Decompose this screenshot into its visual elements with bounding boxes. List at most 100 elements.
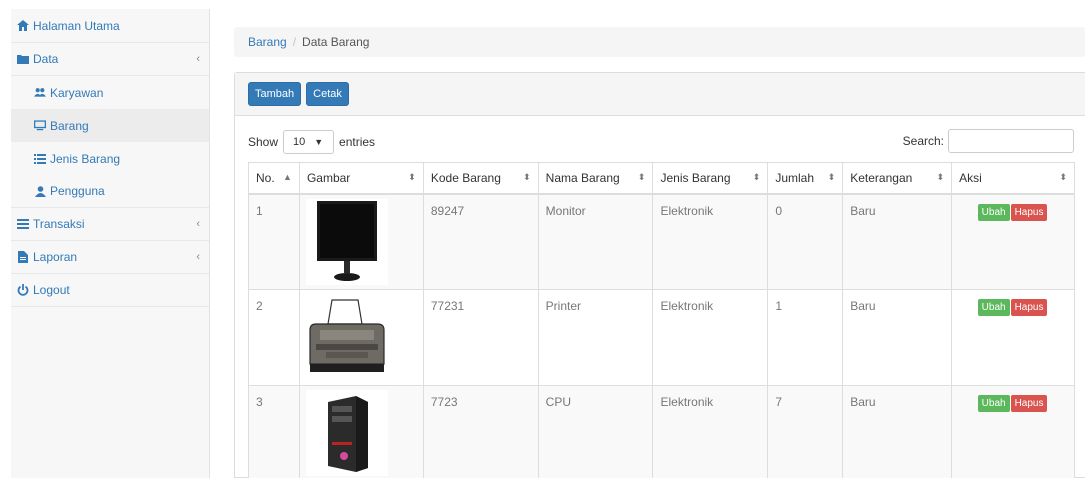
sort-asc-icon: ▲ <box>283 172 292 182</box>
nav-data[interactable]: Data ‹ <box>11 43 209 76</box>
cell-jenis: Elektronik <box>652 193 769 290</box>
folder-icon <box>17 53 29 65</box>
sort-icon: ⬍ <box>523 172 531 182</box>
table-header-row: No. ▲ Gambar ⬍ Kode Barang ⬍ Nama Barang ⬍ J… <box>248 162 1075 195</box>
nav-barang[interactable]: Barang <box>11 109 209 142</box>
edit-button[interactable]: Ubah <box>977 299 1010 316</box>
cell-jumlah: 7 <box>767 385 844 478</box>
cell-gambar <box>298 289 424 386</box>
chevron-left-icon: ‹ <box>196 53 200 65</box>
panel-toolbar: Tambah Cetak <box>235 73 1085 116</box>
menu-icon <box>17 218 29 230</box>
col-keterangan[interactable]: Keterangan ⬍ <box>842 162 953 195</box>
sidebar: Halaman Utama Data ‹ Karyawan Barang Jen… <box>11 9 210 478</box>
cell-kode: 7723 <box>422 385 539 478</box>
cell-gambar <box>298 193 424 290</box>
search-wrap: Search: <box>903 129 1074 153</box>
col-jumlah[interactable]: Jumlah ⬍ <box>767 162 844 195</box>
delete-button[interactable]: Hapus <box>1010 203 1048 221</box>
monitor-image <box>305 198 388 285</box>
nav-transaksi[interactable]: Transaksi ‹ <box>11 208 209 241</box>
col-kode-barang[interactable]: Kode Barang ⬍ <box>422 162 539 195</box>
breadcrumb-current: Data Barang <box>302 35 370 49</box>
delete-button[interactable]: Hapus <box>1010 395 1048 412</box>
entries-value: 10 <box>293 136 306 148</box>
nav-jenis-barang[interactable]: Jenis Barang <box>11 142 209 175</box>
table-controls: Show 10 ▼ entries Search: <box>248 129 1085 155</box>
cell-gambar <box>298 385 424 478</box>
items-table: No. ▲ Gambar ⬍ Kode Barang ⬍ Nama Barang ⬍ J… <box>248 162 1075 478</box>
breadcrumb-parent-link[interactable]: Barang <box>248 35 287 49</box>
nav-laporan[interactable]: Laporan ‹ <box>11 241 209 274</box>
print-button[interactable]: Cetak <box>306 82 349 106</box>
cell-jumlah: 0 <box>767 193 844 290</box>
cell-kode: 89247 <box>422 193 539 290</box>
nav-transaksi-label: Transaksi <box>33 217 85 231</box>
table-row: 2 77231 Printer Elektronik 1 Baru Ubah H… <box>248 289 1075 386</box>
nav-jenis-barang-label: Jenis Barang <box>50 151 121 166</box>
cell-keterangan: Baru <box>842 289 953 386</box>
user-icon <box>34 185 46 197</box>
entries-label: entries <box>339 135 376 149</box>
nav-home[interactable]: Halaman Utama <box>11 9 209 43</box>
cell-jumlah: 1 <box>767 289 844 386</box>
list-icon <box>34 153 46 165</box>
printer-image <box>305 294 388 380</box>
sort-icon: ⬍ <box>637 172 646 182</box>
cpu-image <box>305 390 388 476</box>
entries-select[interactable]: 10 ▼ <box>283 130 335 154</box>
nav-logout[interactable]: Logout <box>11 274 209 307</box>
edit-button[interactable]: Ubah <box>977 203 1010 221</box>
nav-data-label: Data <box>33 52 59 66</box>
sort-icon: ⬍ <box>1059 172 1067 182</box>
desktop-icon <box>34 120 46 132</box>
sort-icon: ⬍ <box>408 172 416 182</box>
table-row: 1 89247 Monitor Elektronik 0 Baru Ubah H… <box>248 193 1075 290</box>
cell-no: 1 <box>248 193 300 290</box>
nav-barang-label: Barang <box>50 118 89 133</box>
nav-pengguna-label: Pengguna <box>50 184 105 198</box>
cell-jenis: Elektronik <box>652 289 769 386</box>
cell-nama: Monitor <box>537 193 654 290</box>
edit-button[interactable]: Ubah <box>977 395 1010 412</box>
table-row: 3 7723 CPU Elektronik 7 Baru Ubah Hapus <box>248 385 1075 478</box>
chevron-left-icon: ‹ <box>196 251 200 263</box>
cell-keterangan: Baru <box>842 193 953 290</box>
search-input[interactable] <box>948 129 1074 153</box>
add-button[interactable]: Tambah <box>248 82 302 106</box>
show-label: Show <box>248 135 279 149</box>
nav-home-label: Halaman Utama <box>33 18 120 33</box>
col-nama-barang[interactable]: Nama Barang ⬍ <box>537 162 654 195</box>
cell-nama: CPU <box>537 385 654 478</box>
cell-kode: 77231 <box>422 289 539 386</box>
cell-no: 2 <box>248 289 300 386</box>
breadcrumb-separator: / <box>292 35 297 49</box>
cell-aksi: Ubah Hapus <box>951 193 1075 290</box>
cell-nama: Printer <box>537 289 654 386</box>
nav-pengguna[interactable]: Pengguna <box>11 175 209 208</box>
col-no[interactable]: No. ▲ <box>248 162 300 195</box>
sort-icon: ⬍ <box>936 172 945 182</box>
cell-aksi: Ubah Hapus <box>951 289 1075 386</box>
nav-karyawan[interactable]: Karyawan <box>11 76 209 109</box>
sort-icon: ⬍ <box>827 172 836 182</box>
nav-logout-label: Logout <box>33 283 70 297</box>
breadcrumb: Barang / Data Barang <box>234 27 1085 57</box>
home-icon <box>17 20 29 32</box>
data-panel: Tambah Cetak Show 10 ▼ entries Search: N… <box>234 72 1085 478</box>
search-label: Search: <box>902 134 944 148</box>
cell-no: 3 <box>248 385 300 478</box>
users-icon <box>34 87 46 99</box>
delete-button[interactable]: Hapus <box>1010 299 1048 316</box>
col-jenis-barang[interactable]: Jenis Barang ⬍ <box>652 162 769 195</box>
power-icon <box>17 284 29 296</box>
chevron-down-icon: ▼ <box>314 137 324 147</box>
report-icon <box>17 251 29 263</box>
col-aksi[interactable]: Aksi ⬍ <box>951 162 1075 195</box>
nav-karyawan-label: Karyawan <box>50 85 104 100</box>
cell-jenis: Elektronik <box>652 385 769 478</box>
col-gambar[interactable]: Gambar ⬍ <box>298 162 424 195</box>
cell-aksi: Ubah Hapus <box>951 385 1075 478</box>
cell-keterangan: Baru <box>842 385 953 478</box>
sort-icon: ⬍ <box>752 172 761 182</box>
